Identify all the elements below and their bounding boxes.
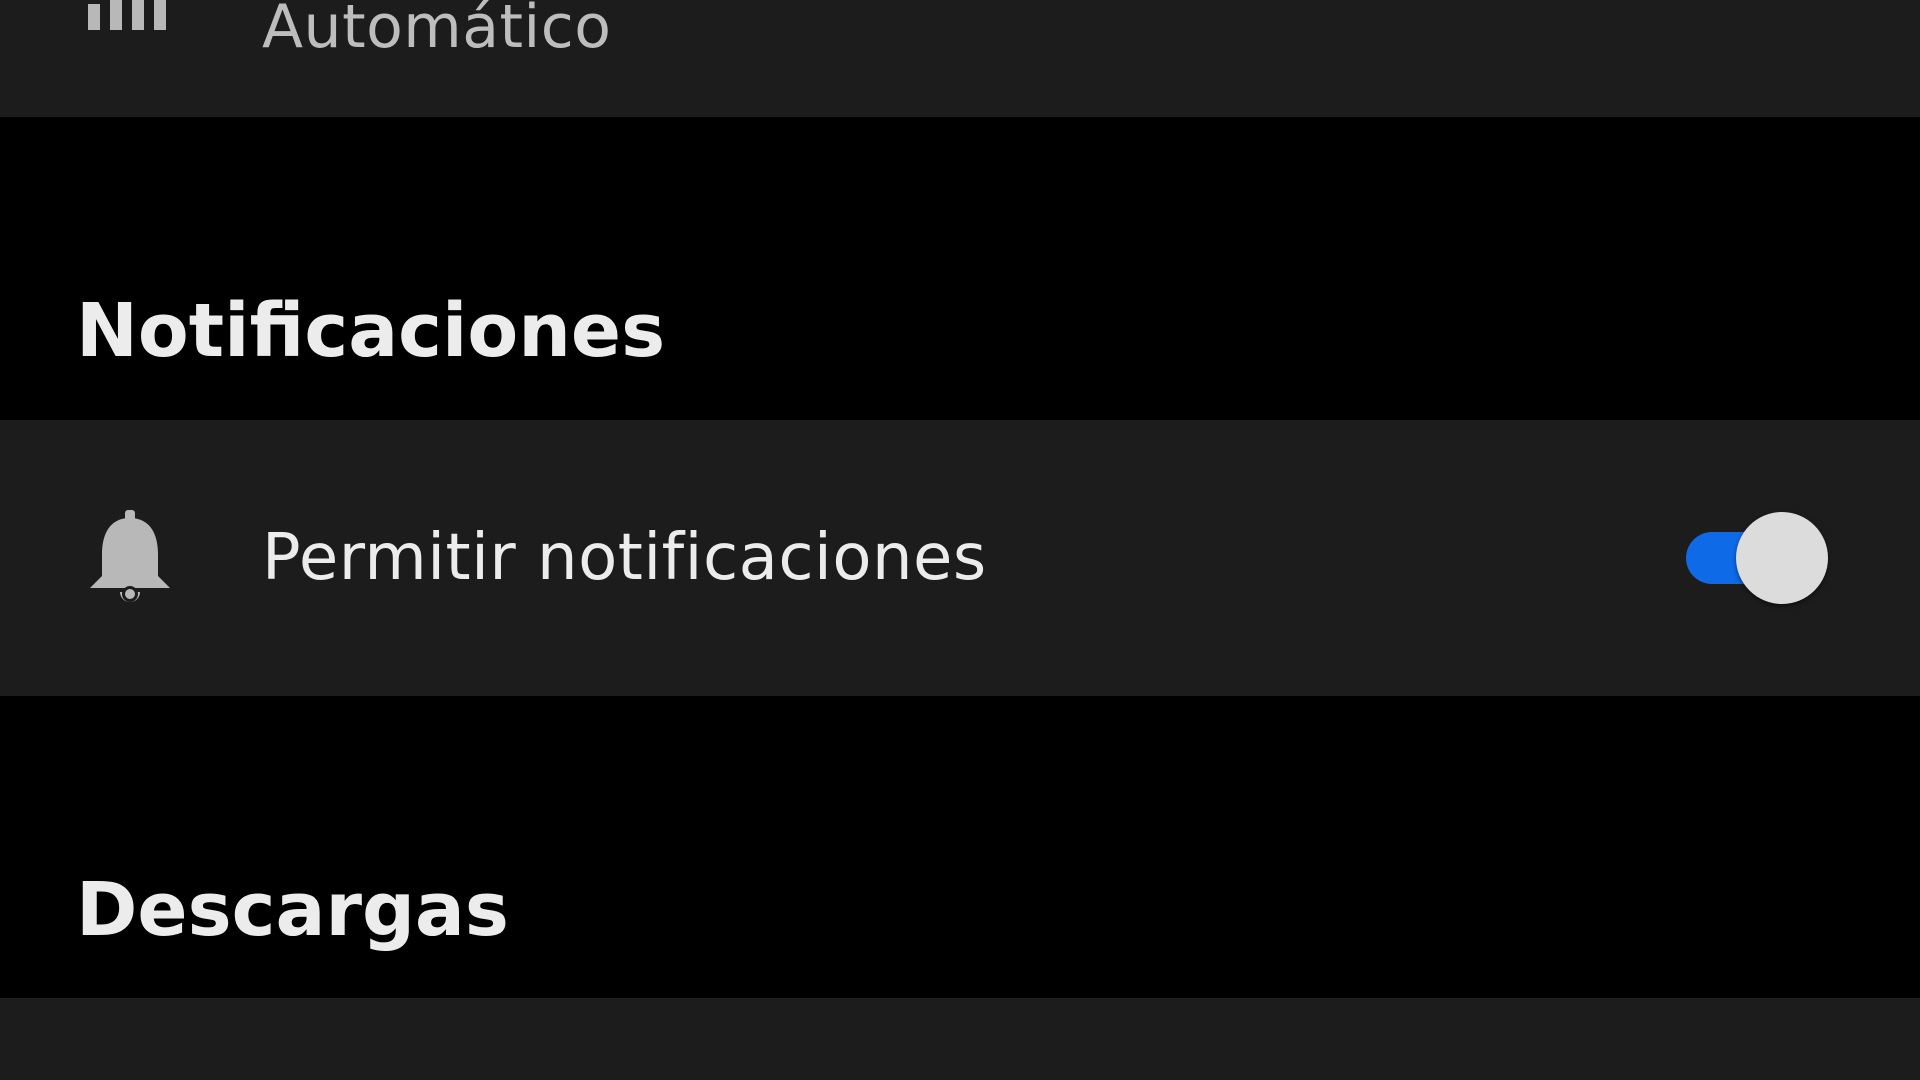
video-quality-value: Automático <box>262 0 612 62</box>
bell-icon <box>86 510 174 606</box>
notifications-heading: Notificaciones <box>76 288 666 374</box>
signal-bars-icon <box>86 0 174 30</box>
toggle-knob <box>1736 512 1828 604</box>
allow-notifications-row[interactable]: Permitir notificaciones <box>0 420 1920 696</box>
downloads-row[interactable] <box>0 998 1920 1080</box>
video-quality-row[interactable]: Automático <box>0 0 1920 117</box>
allow-notifications-label: Permitir notificaciones <box>262 521 987 595</box>
settings-screen: Automático Notificaciones Permitir notif… <box>0 0 1920 1080</box>
downloads-heading: Descargas <box>76 867 509 953</box>
allow-notifications-toggle[interactable] <box>1680 512 1828 604</box>
